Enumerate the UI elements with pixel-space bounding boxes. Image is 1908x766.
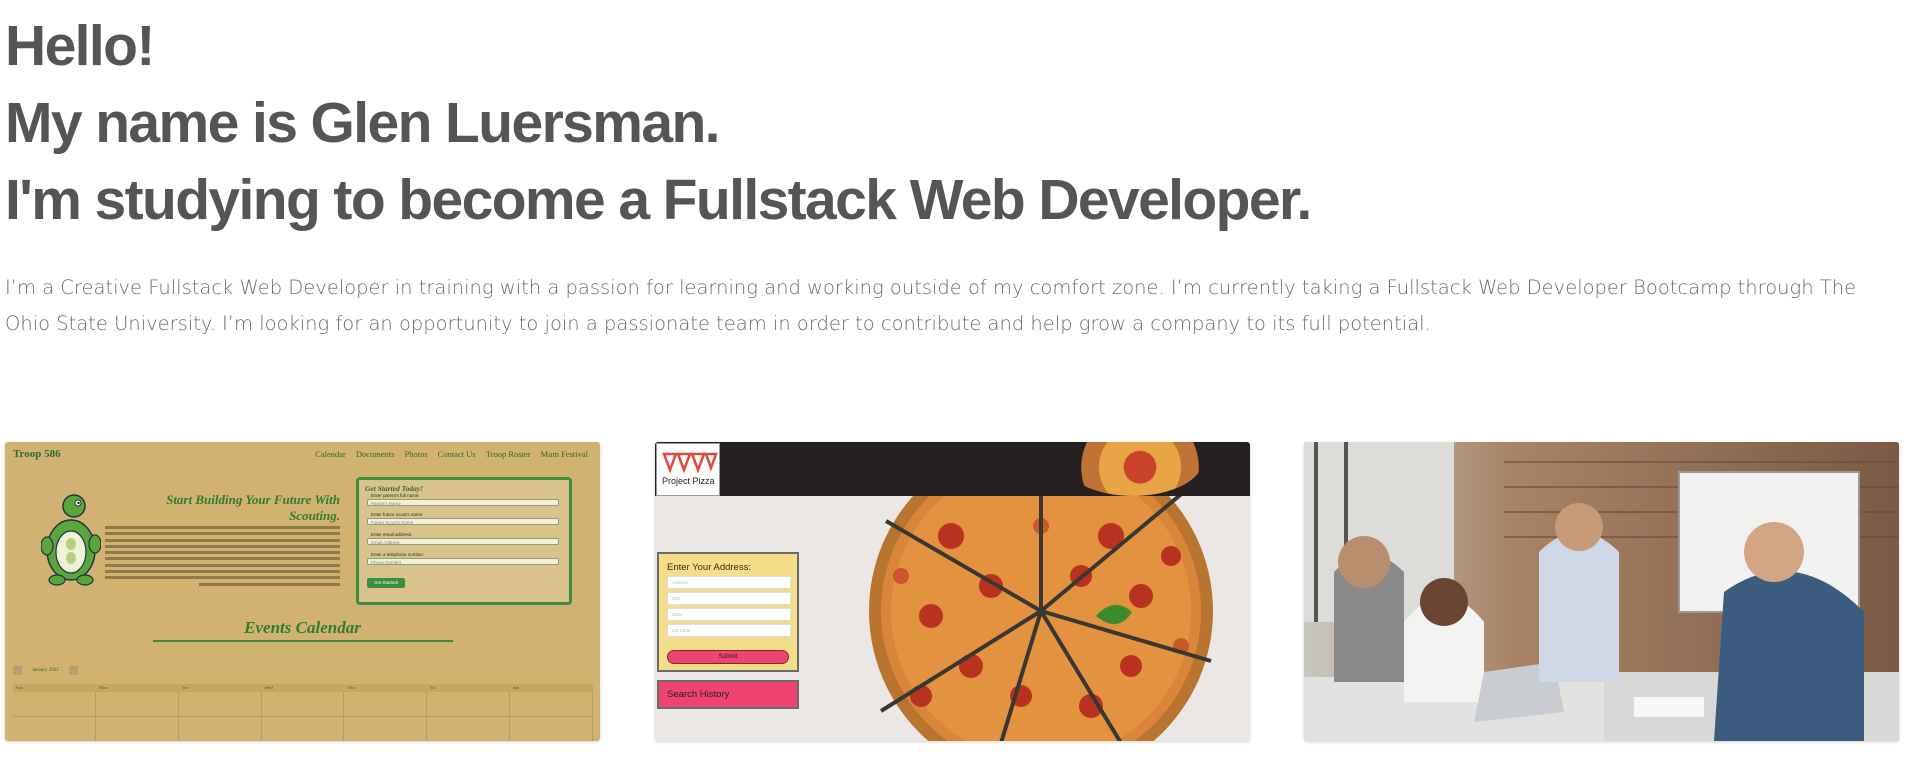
troop-email-input: Email Address [367, 538, 559, 545]
troop-paragraph-lines [105, 526, 340, 590]
pizza-search-history: Search History [657, 680, 799, 709]
troop-nav-item: Troop Roster [485, 449, 531, 459]
team-meeting-photo [1304, 442, 1899, 741]
pizza-header-banner [655, 442, 1250, 496]
troop-divider [153, 640, 453, 642]
troop-calendar-nav: January 2022 [13, 666, 78, 675]
troop-get-started-button: Get Started! [367, 578, 405, 588]
troop-events-title: Events Calendar [244, 618, 361, 637]
pizza-logo: Project Pizza [656, 443, 720, 496]
troop-signup-form: Get Started Today! Enter parent's full n… [356, 477, 572, 605]
pizza-zip-input: Zip Code [667, 624, 791, 637]
troop-nav: Calendar Documents Photos Contact Us Tro… [315, 449, 588, 459]
troop-month-label: January 2022 [32, 668, 59, 673]
calendar-day-header: Wed [264, 685, 273, 690]
pizza-city-input: City [667, 592, 791, 605]
project-card-project-pizza[interactable]: Project Pizza Enter Your Address: Addres… [655, 442, 1250, 741]
troop-nav-item: Documents [355, 449, 395, 459]
calendar-day-header: Fri [430, 685, 436, 690]
troop-nav-item: Photos [404, 449, 428, 459]
troop-phone-input: Phone Number [367, 558, 559, 565]
troop-field-label: Enter future scout's name: [371, 512, 424, 517]
pizza-form-title: Enter Your Address: [667, 562, 751, 573]
pizza-submit-button: Submit [667, 650, 789, 664]
greeting-line: Hello! [5, 14, 155, 78]
troop-nav-item: Contact Us [437, 449, 476, 459]
pizza-address-form: Enter Your Address: Address City State Z… [657, 552, 799, 672]
turtle-mascot-icon [41, 494, 101, 586]
troop-nav-item: Mum Festival [540, 449, 588, 459]
troop-brand: Troop 586 [13, 448, 61, 460]
pizza-slices-logo-icon [662, 452, 718, 474]
role-line: I'm studying to become a Fullstack Web D… [5, 168, 1312, 232]
calendar-day-header: Thu [347, 685, 355, 690]
pizza-hero: Enter Your Address: Address City State Z… [655, 496, 1250, 741]
troop-scout-name-input: Future Scout's Name [367, 518, 559, 525]
troop-nav-item: Calendar [315, 449, 346, 459]
pizza-state-input: State [667, 608, 791, 621]
troop-calendar-grid: Sun Mon Tue Wed Thu Fri Sat [13, 684, 594, 741]
troop-field-label: Enter email address: [371, 532, 413, 537]
troop-field-label: Enter a telephone number: [371, 552, 425, 557]
intro-paragraph: I’m a Creative Fullstack Web Developer i… [5, 276, 1857, 335]
pizza-address-input: Address [667, 576, 791, 589]
calendar-day-header: Sat [513, 685, 519, 690]
calendar-day-header: Sun [16, 685, 24, 690]
pizza-photo [869, 496, 1213, 741]
calendar-day-header: Tue [181, 685, 189, 690]
calendar-day-header: Mon [98, 685, 108, 690]
hero-heading: Hello! My name is Glen Luersman. I'm stu… [5, 8, 1312, 239]
chevron-left-icon [13, 666, 22, 675]
troop-parent-name-input: Parent's Name [367, 499, 559, 506]
project-card-team-photo[interactable] [1304, 442, 1899, 741]
chevron-right-icon [68, 666, 78, 675]
project-card-troop-586[interactable]: Troop 586 Calendar Documents Photos Cont… [5, 442, 600, 741]
troop-heading: Start Building Your Future With Scouting… [166, 492, 340, 523]
pizza-logo-text: Project Pizza [662, 476, 715, 486]
troop-form-title: Get Started Today! [365, 484, 424, 493]
troop-field-label: Enter parent's full name: [371, 493, 420, 498]
name-line: My name is Glen Luersman. [5, 91, 721, 155]
